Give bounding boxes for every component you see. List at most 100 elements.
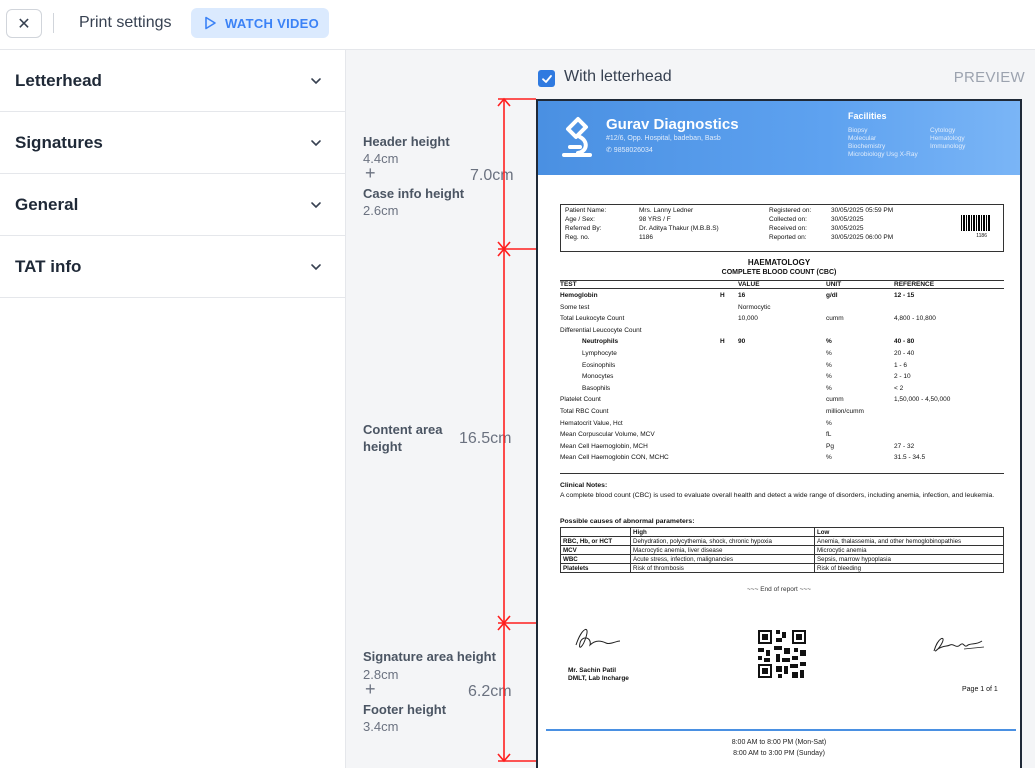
page-title: Print settings (79, 14, 172, 31)
table-row: WBC Acute stress, infection, malignancie… (560, 554, 1004, 564)
table-cell-ref: 4,800 - 10,800 (894, 315, 936, 323)
table-cell-test: Some test (560, 303, 590, 311)
column-header: VALUE (738, 281, 760, 288)
case-label: Collected on: (769, 216, 807, 223)
table-row: Hemoglobin H 16 g/dl 12 - 15 (560, 292, 1004, 303)
table-cell-unit: cumm (826, 315, 844, 323)
reported-on: 30/05/2025 06:00 PM (831, 234, 894, 241)
table-row: Some test Normocytic (560, 304, 1004, 315)
causes-table: High Low RBC, Hb, or HCT Dehydration, po… (560, 527, 1004, 573)
table-cell-unit: % (826, 454, 832, 462)
lab-name: Gurav Diagnostics (606, 116, 739, 133)
referred-by: Dr. Aditya Thakur (M.B.B.S) (639, 225, 719, 232)
table-cell-value: Normocytic (738, 303, 771, 311)
footer-divider (546, 729, 1016, 731)
table-cell-ref: 20 - 40 (894, 350, 915, 357)
table-cell-unit: % (826, 373, 832, 381)
watch-video-button[interactable]: WATCH VIDEO (191, 8, 329, 38)
chevron-down-icon (311, 77, 321, 84)
report-page-preview: Gurav Diagnostics #12/6, Opp. Hospital, … (536, 99, 1022, 768)
table-row: High Low (560, 527, 1004, 537)
section-title: HAEMATOLOGY (747, 258, 811, 267)
received-on: 30/05/2025 (831, 225, 864, 232)
table-cell-flag: H (720, 292, 725, 299)
table-cell-ref: 31.5 - 34.5 (894, 454, 926, 462)
column-header: TEST (560, 281, 577, 288)
close-button[interactable]: ✕ (6, 9, 42, 38)
table-row: Basophils% < 2 (560, 385, 1004, 396)
footer-hours-sunday: 8:00 AM to 3:00 PM (Sunday) (733, 750, 825, 757)
table-cell-ref: 12 - 15 (894, 292, 915, 299)
facility-item: Cytology (930, 127, 956, 134)
barcode (961, 215, 991, 231)
table-cell-test: Mean Cell Haemoglobin, MCH (560, 442, 648, 450)
accordion-tat-info[interactable]: TAT info (0, 236, 345, 298)
table-row: Mean Cell Haemoglobin CON, MCHC% 31.5 - 3… (560, 454, 1004, 465)
table-cell-ref: 1,50,000 - 4,50,000 (894, 396, 951, 404)
table-cell-test: Basophils (582, 384, 611, 392)
table-cell-test: Total Leukocyte Count (560, 315, 625, 323)
table-row: Mean Cell Haemoglobin, MCH Pg 27 - 32 (560, 443, 1004, 454)
column-header: UNIT (826, 281, 842, 288)
watch-video-label: WATCH VIDEO (225, 15, 320, 31)
table-cell-ref: 2 - 10 (894, 373, 911, 381)
signature-image (933, 637, 985, 652)
close-icon: ✕ (17, 15, 31, 33)
footer-hours-weekday: 8:00 AM to 8:00 PM (Mon-Sat) (731, 739, 827, 746)
table-cell-test: Hemoglobin (560, 292, 598, 299)
report-letterhead-header: Gurav Diagnostics #12/6, Opp. Hospital, … (538, 101, 1020, 175)
accordion-label: TAT info (15, 256, 82, 276)
divider (560, 473, 1004, 474)
table-cell (560, 527, 631, 537)
accordion-general[interactable]: General (0, 174, 345, 236)
clinical-notes-text: A complete blood count (CBC) is used to … (560, 492, 995, 499)
lab-address: #12/6, Opp. Hospital, badeban, Basb (606, 135, 721, 142)
signatory-name: Mr. Sachin Patil (568, 667, 617, 674)
barcode-number: 1186 (976, 233, 987, 239)
accordion-signatures[interactable]: Signatures (0, 112, 345, 174)
table-cell: MCV (560, 545, 631, 555)
table-cell: Platelets (560, 563, 631, 573)
table-row: Total Leukocyte Count 10,000 cumm 4,800 - 1… (560, 315, 1004, 326)
table-cell-value: 90 (738, 338, 746, 346)
table-cell: Risk of bleeding (814, 563, 1004, 573)
chevron-down-icon (311, 201, 321, 208)
table-cell: High (630, 527, 815, 537)
page-number: Page 1 of 1 (962, 686, 998, 693)
accordion-label: General (15, 194, 79, 214)
table-cell: Risk of thrombosis (630, 563, 815, 573)
table-cell-test: Mean Cell Haemoglobin CON, MCHC (560, 454, 669, 462)
table-row: RBC, Hb, or HCT Dehydration, polycythemi… (560, 536, 1004, 546)
signatory-title: DMLT, Lab Incharge (568, 675, 629, 682)
facility-item: Microbiology Usg X-Ray (848, 151, 918, 158)
table-cell-test: Total RBC Count (560, 408, 609, 415)
table-row: Platelets Risk of thrombosis Risk of ble… (560, 563, 1004, 573)
table-cell-ref: 40 - 80 (894, 338, 915, 346)
facilities-list: Biopsy Cytology Molecular Hematology Bio… (848, 127, 1008, 158)
case-label: Patient Name: (565, 207, 607, 214)
accordion-letterhead[interactable]: Letterhead (0, 50, 345, 112)
table-row: Hematocrit Value, Hct% (560, 420, 1004, 431)
signature-image (575, 629, 621, 648)
signatory: Mr. Sachin Patil DMLT, Lab Incharge (568, 667, 629, 683)
table-row: Neutrophils H 90% 40 - 80 (560, 338, 1004, 349)
table-cell-value: 10,000 (738, 315, 758, 323)
table-cell-test: Monocytes (582, 373, 614, 381)
column-header: REFERENCE (894, 281, 935, 288)
test-table-header: TEST VALUE UNIT REFERENCE (560, 280, 1004, 289)
table-cell-unit: % (826, 419, 832, 427)
table-row: Lymphocyte% 20 - 40 (560, 350, 1004, 361)
table-cell-test: Platelet Count (560, 396, 601, 404)
facility-item: Hematology (930, 135, 965, 142)
table-cell-unit: g/dl (826, 292, 838, 299)
play-icon (205, 16, 216, 30)
facility-item: Immunology (930, 143, 966, 150)
accordion-label: Letterhead (15, 70, 102, 90)
table-cell-unit: % (826, 350, 832, 357)
reg-number: 1186 (639, 234, 653, 241)
table-row: Monocytes% 2 - 10 (560, 373, 1004, 384)
table-cell-unit: cumm (826, 396, 844, 404)
registered-on: 30/05/2025 05:59 PM (831, 207, 894, 214)
lab-phone: ✆ 9858026034 (606, 147, 653, 154)
qr-code (756, 628, 808, 680)
